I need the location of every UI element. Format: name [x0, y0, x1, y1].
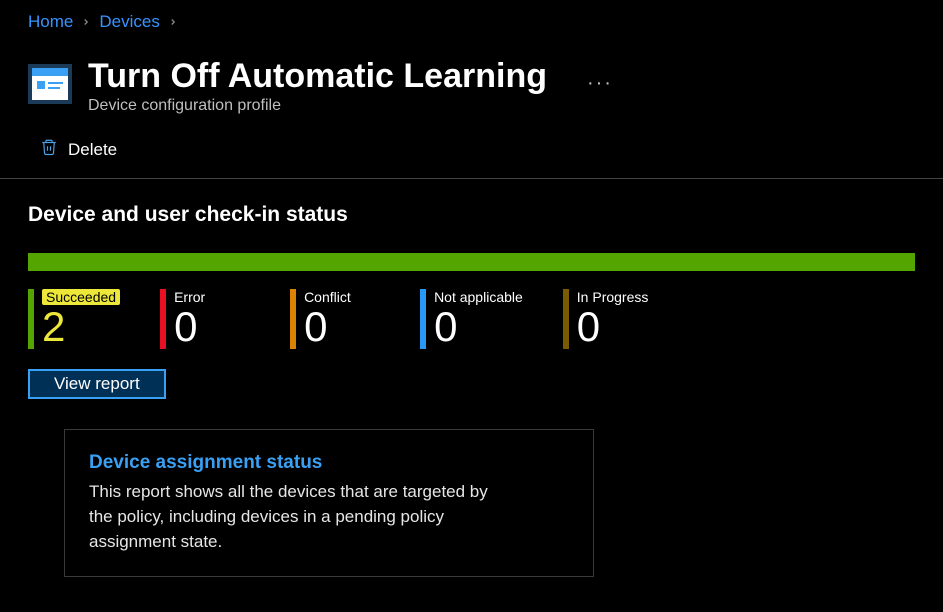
- tile-in-progress[interactable]: In Progress 0: [563, 289, 653, 349]
- chevron-right-icon: [81, 14, 91, 30]
- breadcrumb-home[interactable]: Home: [28, 12, 73, 32]
- delete-button-label: Delete: [68, 140, 117, 160]
- tile-succeeded[interactable]: Succeeded 2: [28, 289, 120, 349]
- status-tiles: Succeeded 2 Error 0 Conflict 0 Not appli…: [28, 289, 915, 349]
- tile-not-applicable[interactable]: Not applicable 0: [420, 289, 523, 349]
- checkin-status-section: Device and user check-in status Succeede…: [0, 179, 943, 577]
- tile-conflict-value: 0: [304, 305, 351, 349]
- profile-icon: [28, 64, 72, 104]
- device-assignment-status-card: Device assignment status This report sho…: [64, 429, 594, 577]
- device-assignment-status-link[interactable]: Device assignment status: [89, 452, 322, 473]
- status-progress-bar: [28, 253, 915, 271]
- tile-na-bar: [420, 289, 426, 349]
- tile-inprogress-value: 0: [577, 305, 649, 349]
- toolbar: Delete: [0, 127, 943, 179]
- tile-inprogress-bar: [563, 289, 569, 349]
- tile-succeeded-bar: [28, 289, 34, 349]
- chevron-right-icon: [168, 14, 178, 30]
- trash-icon: [40, 137, 58, 162]
- tile-conflict[interactable]: Conflict 0: [290, 289, 380, 349]
- page-header: Turn Off Automatic Learning Device confi…: [0, 44, 943, 127]
- more-actions-button[interactable]: ···: [587, 72, 613, 95]
- page-subtitle: Device configuration profile: [88, 97, 547, 115]
- tile-error[interactable]: Error 0: [160, 289, 250, 349]
- tile-conflict-bar: [290, 289, 296, 349]
- delete-button[interactable]: Delete: [40, 137, 117, 162]
- page-title: Turn Off Automatic Learning: [88, 58, 547, 95]
- breadcrumb: Home Devices: [0, 0, 943, 44]
- tile-na-value: 0: [434, 305, 523, 349]
- tile-error-value: 0: [174, 305, 205, 349]
- device-assignment-status-desc: This report shows all the devices that a…: [89, 480, 509, 554]
- view-report-button[interactable]: View report: [28, 369, 166, 399]
- tile-succeeded-value: 2: [42, 305, 120, 349]
- checkin-status-heading: Device and user check-in status: [28, 203, 915, 227]
- tile-error-bar: [160, 289, 166, 349]
- breadcrumb-devices[interactable]: Devices: [99, 12, 159, 32]
